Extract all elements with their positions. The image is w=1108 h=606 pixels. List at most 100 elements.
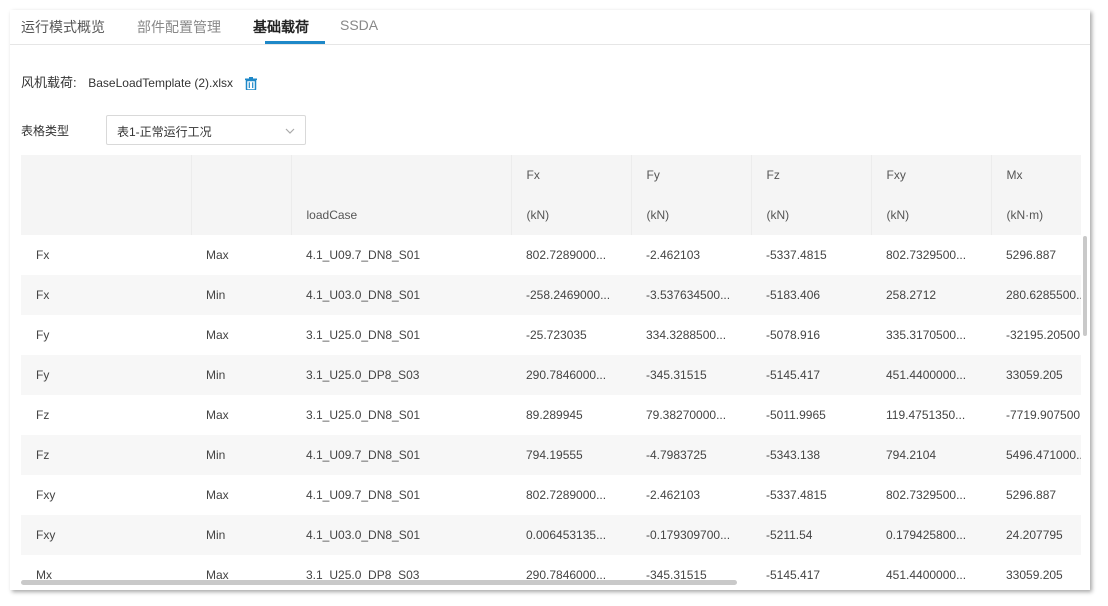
table-cell: Min (191, 435, 291, 475)
table-type-select[interactable]: 表1-正常运行工况 (106, 115, 306, 145)
table-cell: -258.2469000... (511, 275, 631, 315)
tab-base-load[interactable]: 基础载荷 (253, 17, 309, 37)
trash-icon[interactable] (244, 77, 257, 91)
column-header (191, 155, 292, 235)
table-cell: 334.3288500... (631, 315, 751, 355)
table-cell: 280.6285500... (991, 275, 1081, 315)
table-cell: 89.289945 (511, 395, 631, 435)
column-unit: (kN) (646, 208, 670, 222)
column-header: Mx (kN·m) (991, 155, 1081, 235)
table-cell: 802.7329500... (871, 475, 991, 515)
table-cell: -5211.54 (751, 515, 871, 555)
table-cell: 794.2104 (871, 435, 991, 475)
active-tab-indicator (265, 41, 325, 44)
table-cell: Fz (21, 435, 191, 475)
table-row: Fz Max 3.1_U25.0_DN8_S01 89.289945 79.382700… (21, 395, 1081, 435)
column-name: Fxy (886, 168, 906, 182)
table-cell: -3.537634500... (631, 275, 751, 315)
table-cell: Fx (21, 235, 191, 275)
table-cell: Fz (21, 395, 191, 435)
table-cell: Fy (21, 315, 191, 355)
table-cell: -2.462103 (631, 475, 751, 515)
table-cell: 802.7329500... (871, 235, 991, 275)
table-cell: 258.2712 (871, 275, 991, 315)
load-table: loadCase Fx (kN) Fy (kN) Fz (kN) Fxy (kN) Mx (kN·m… (21, 155, 1081, 590)
table-cell: 5296.887 (991, 235, 1081, 275)
vertical-scrollbar[interactable] (1083, 236, 1087, 336)
table-cell: Max (191, 475, 291, 515)
horizontal-scrollbar[interactable] (21, 580, 737, 585)
column-name: Fx (526, 168, 540, 182)
table-cell: -5078.916 (751, 315, 871, 355)
table-cell: 794.19555 (511, 435, 631, 475)
table-cell: Fy (21, 355, 191, 395)
chevron-down-icon (285, 123, 295, 134)
table-cell: -5145.417 (751, 555, 871, 590)
table-row: Fx Max 4.1_U09.7_DN8_S01 802.7289000... -2.4… (21, 235, 1081, 275)
table-cell: Min (191, 355, 291, 395)
column-unit: loadCase (306, 208, 358, 222)
table-cell: 4.1_U03.0_DN8_S01 (291, 275, 511, 315)
table-cell: -2.462103 (631, 235, 751, 275)
file-name[interactable]: BaseLoadTemplate (2).xlsx (88, 76, 233, 90)
table-row: Fz Min 4.1_U09.7_DN8_S01 794.19555 -4.798372… (21, 435, 1081, 475)
column-header (21, 155, 192, 235)
table-cell: 0.179425800... (871, 515, 991, 555)
table-cell: 0.006453135... (511, 515, 631, 555)
table-cell: -5145.417 (751, 355, 871, 395)
table-cell: -5011.9965 (751, 395, 871, 435)
table-cell: -7719.907500... (991, 395, 1081, 435)
table-cell: 33059.205 (991, 355, 1081, 395)
table-cell: 451.4400000... (871, 555, 991, 590)
table-cell: 4.1_U03.0_DN8_S01 (291, 515, 511, 555)
table-cell: 33059.205 (991, 555, 1081, 590)
table-cell: -25.723035 (511, 315, 631, 355)
table-cell: 3.1_U25.0_DN8_S01 (291, 395, 511, 435)
column-header: Fx (kN) (511, 155, 632, 235)
table-cell: 4.1_U09.7_DN8_S01 (291, 435, 511, 475)
table-cell: 5296.887 (991, 475, 1081, 515)
column-unit: (kN) (886, 208, 910, 222)
table-cell: 451.4400000... (871, 355, 991, 395)
column-name: Fy (646, 168, 660, 182)
file-row: 风机载荷: BaseLoadTemplate (2).xlsx (21, 72, 257, 91)
tab-component-config[interactable]: 部件配置管理 (137, 17, 221, 37)
table-cell: 4.1_U09.7_DN8_S01 (291, 235, 511, 275)
table-cell: Max (191, 315, 291, 355)
tab-ssda[interactable]: SSDA (340, 17, 378, 33)
table-cell: 79.38270000... (631, 395, 751, 435)
table-cell: Min (191, 515, 291, 555)
column-unit: (kN) (526, 208, 550, 222)
tab-mode-overview[interactable]: 运行模式概览 (21, 17, 105, 37)
table-row: Fy Min 3.1_U25.0_DP8_S03 290.7846000... -345… (21, 355, 1081, 395)
table-cell: 802.7289000... (511, 235, 631, 275)
table-header-row: loadCase Fx (kN) Fy (kN) Fz (kN) Fxy (kN) Mx (kN·m… (21, 155, 1081, 235)
table-cell: -345.31515 (631, 355, 751, 395)
app-window: 运行模式概览 部件配置管理 基础载荷 SSDA 风机载荷: BaseLoadTe… (10, 10, 1090, 590)
table-cell: -4.7983725 (631, 435, 751, 475)
table-row: Fx Min 4.1_U03.0_DN8_S01 -258.2469000... -3.… (21, 275, 1081, 315)
table-cell: -5343.138 (751, 435, 871, 475)
file-label: 风机载荷: (21, 75, 77, 90)
column-header: Fxy (kN) (871, 155, 992, 235)
table-cell: Fxy (21, 475, 191, 515)
table-cell: -5183.406 (751, 275, 871, 315)
table-type-value: 表1-正常运行工况 (117, 125, 212, 139)
table-cell: 24.207795 (991, 515, 1081, 555)
table-cell: 4.1_U09.7_DN8_S01 (291, 475, 511, 515)
table-cell: 3.1_U25.0_DP8_S03 (291, 355, 511, 395)
table-cell: 802.7289000... (511, 475, 631, 515)
column-unit: (kN) (766, 208, 790, 222)
table-cell: 335.3170500... (871, 315, 991, 355)
table-cell: 3.1_U25.0_DN8_S01 (291, 315, 511, 355)
table-cell: Max (191, 235, 291, 275)
table-cell: -5337.4815 (751, 475, 871, 515)
table-cell: Min (191, 275, 291, 315)
column-name: Fz (766, 168, 780, 182)
table-row: Fxy Min 4.1_U03.0_DN8_S01 0.006453135... -0.… (21, 515, 1081, 555)
tab-bar: 运行模式概览 部件配置管理 基础载荷 SSDA (10, 10, 1090, 45)
table-type-label: 表格类型 (21, 124, 70, 138)
table-cell: 290.7846000... (511, 355, 631, 395)
table-body: Fx Max 4.1_U09.7_DN8_S01 802.7289000... -2.4… (21, 235, 1081, 590)
table-cell: Fx (21, 275, 191, 315)
